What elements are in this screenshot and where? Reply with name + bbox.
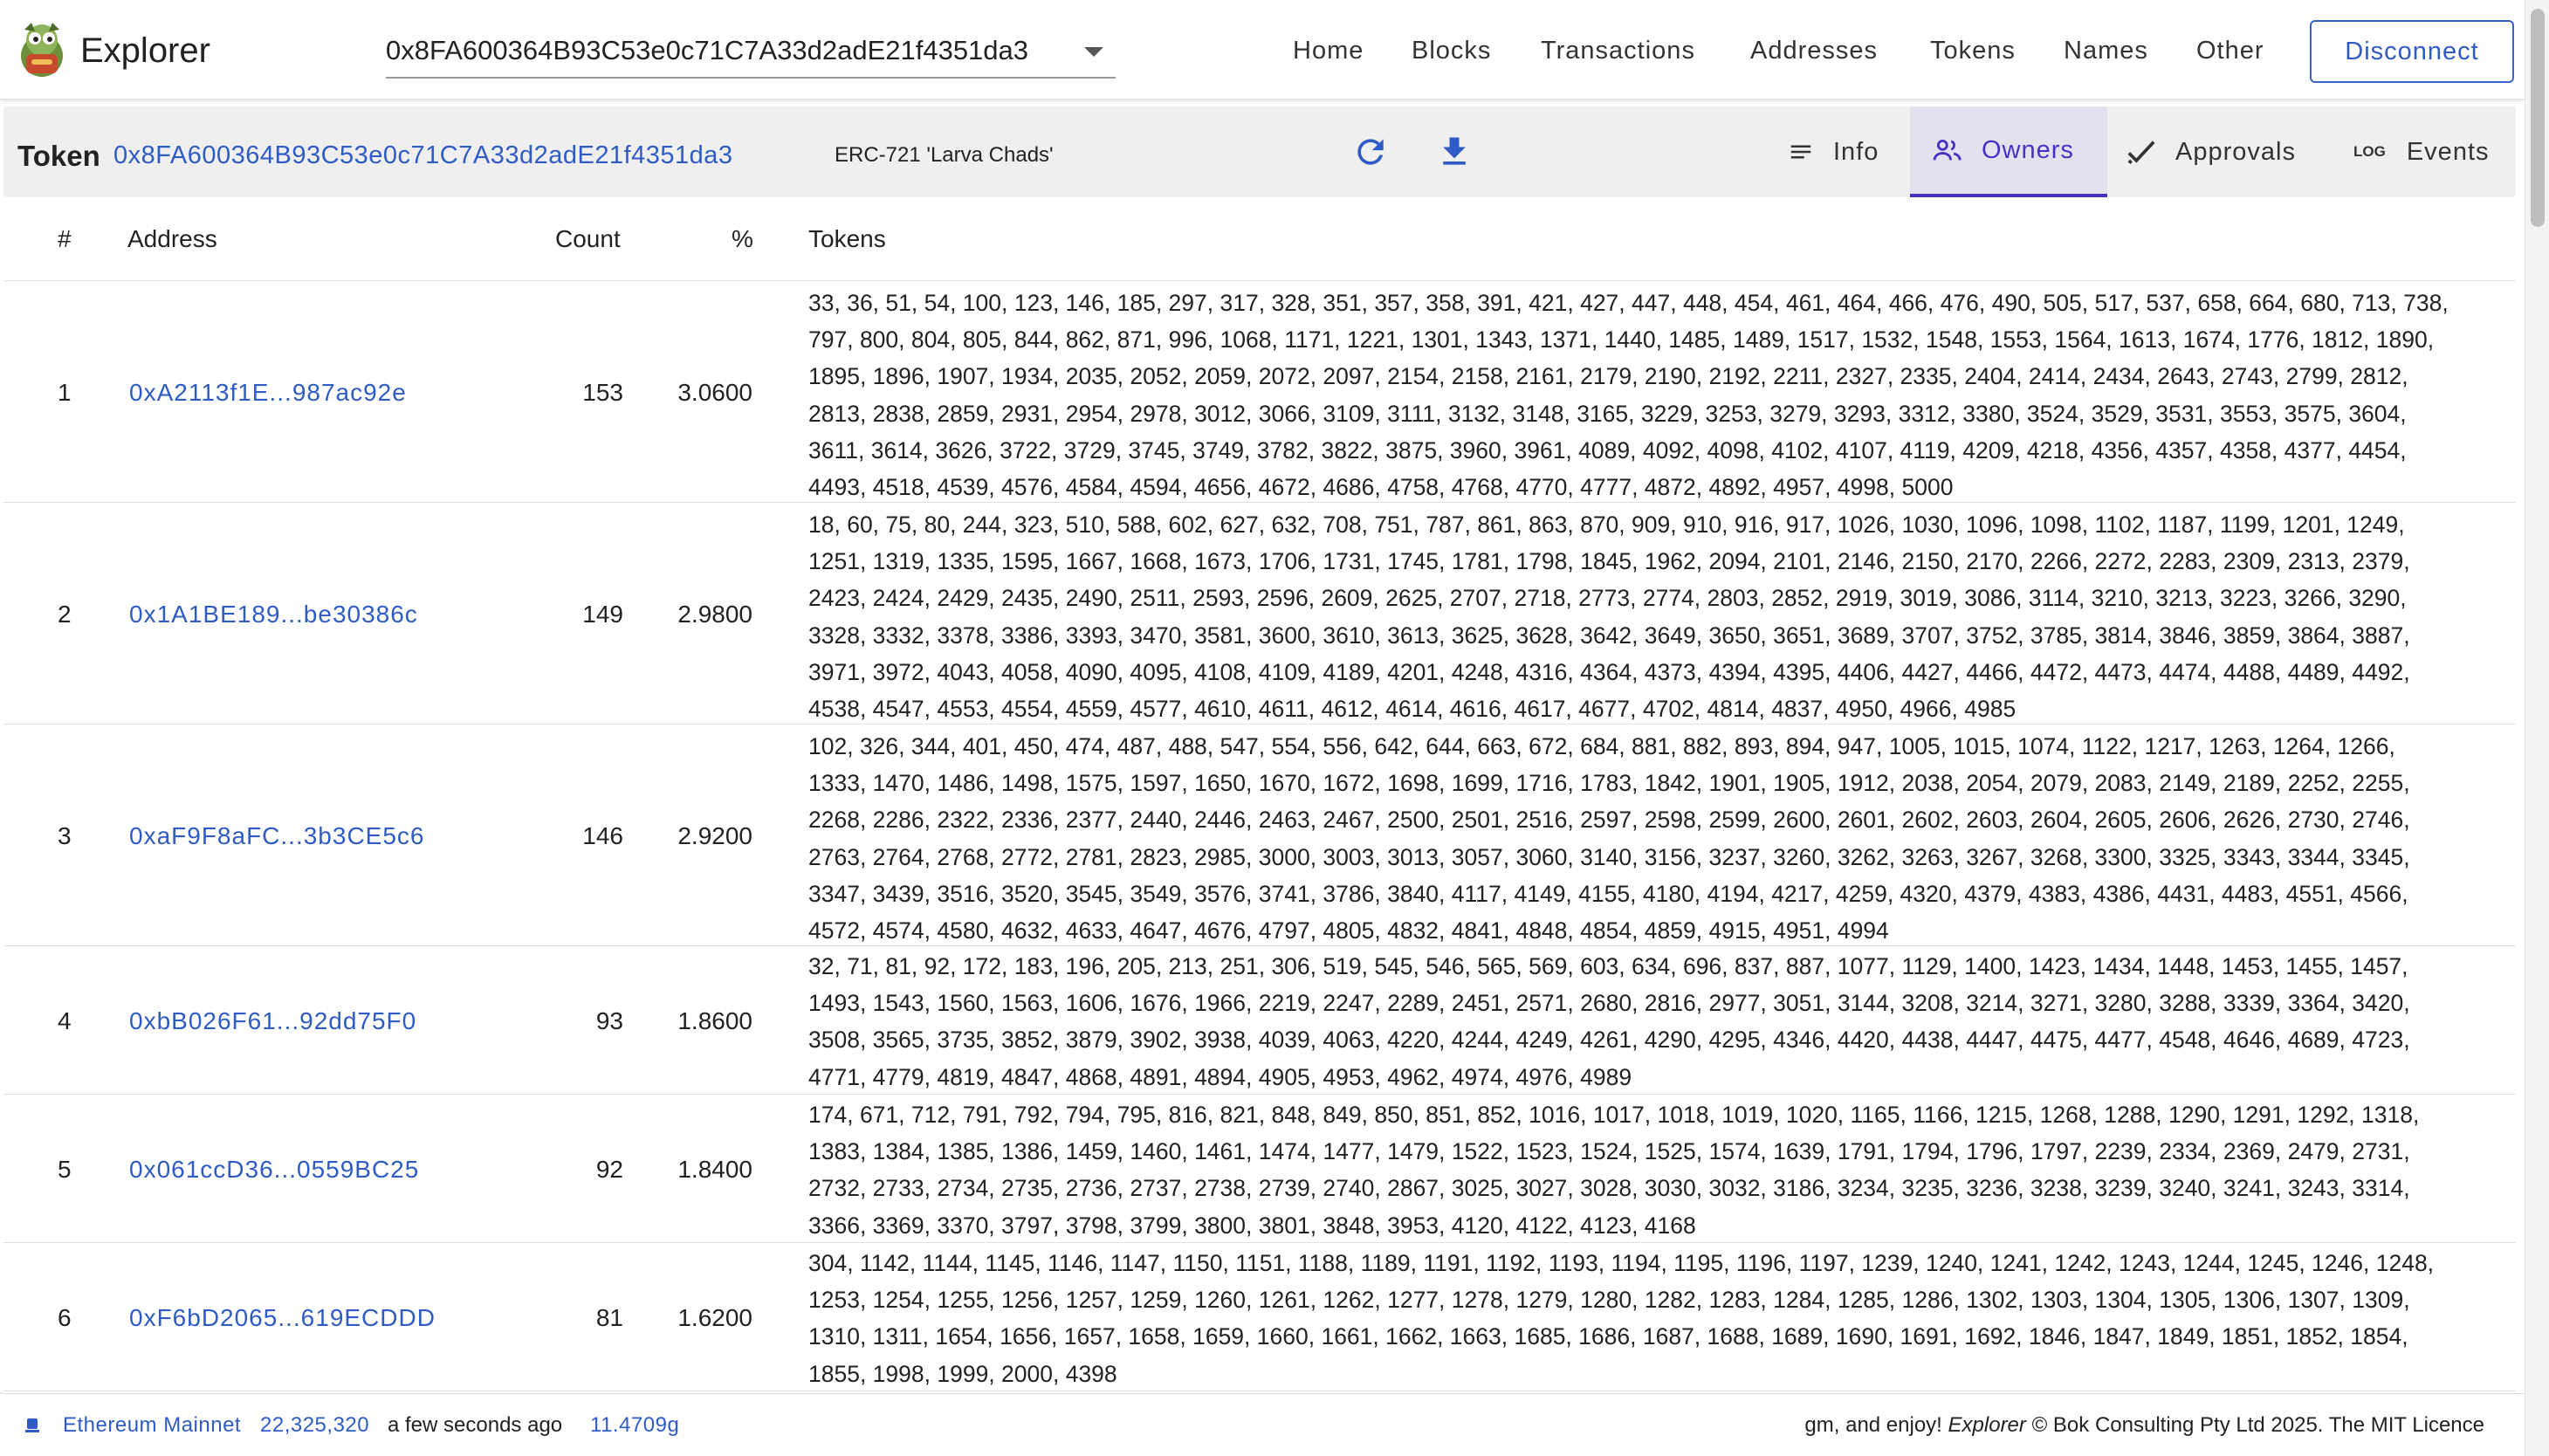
vertical-scrollbar[interactable] [2525,0,2549,1456]
row-index: 5 [58,1156,72,1183]
header-percent[interactable]: % [732,225,753,253]
credit-prefix: gm, and enjoy! [1804,1413,1948,1437]
table-header: # Address Count % Tokens [3,199,2516,281]
owner-percent: 2.9200 [677,822,752,849]
block-number[interactable]: 22,325,320 [260,1413,369,1438]
owner-count: 92 [595,1156,623,1183]
tab-events-label: Events [2406,137,2490,166]
owner-count: 153 [582,379,623,406]
owner-count: 149 [582,601,623,628]
network-icon [24,1417,40,1439]
token-type: ERC-721 'Larva Chads' [835,143,1054,167]
token-toolbar: Token 0x8FA600364B93C53e0c71C7A33d2adE21… [3,106,2516,197]
owner-tokens: 174, 671, 712, 791, 792, 794, 795, 816, … [808,1102,2420,1239]
owner-address-link[interactable]: 0x061ccD36...0559BC25 [129,1156,419,1184]
nav-blocks[interactable]: Blocks [1412,37,1491,65]
owner-address-link[interactable]: 0xA2113f1E...987ac92e [129,379,407,407]
tab-events[interactable]: LOG Events [2353,106,2511,197]
app-title: Explorer [80,31,210,70]
owner-address-link[interactable]: 0xbB026F61...92dd75F0 [129,1007,416,1035]
header-tokens: Tokens [808,225,886,252]
network-name[interactable]: Ethereum Mainnet [63,1413,241,1438]
tab-owners-label: Owners [1982,135,2074,164]
nav-transactions[interactable]: Transactions [1541,37,1695,65]
disconnect-button[interactable]: Disconnect [2310,20,2514,83]
row-index: 4 [58,1007,72,1034]
owner-count: 93 [595,1007,623,1034]
owner-tokens: 102, 326, 344, 401, 450, 474, 487, 488, … [808,733,2410,944]
owner-count: 81 [595,1304,623,1331]
log-icon: LOG [2353,143,2386,160]
credit-app: Explorer [1948,1413,2026,1437]
owner-percent: 1.6200 [677,1304,752,1331]
owner-count: 146 [582,822,623,849]
block-time: a few seconds ago [388,1413,563,1437]
footer-credit: gm, and enjoy! Explorer © Bok Consulting… [1804,1413,2484,1438]
check-icon [2127,141,2155,165]
people-icon [1933,139,1962,161]
owner-percent: 3.0600 [677,379,752,406]
token-address-link[interactable]: 0x8FA600364B93C53e0c71C7A33d2adE21f4351d… [113,141,733,170]
credit-suffix: © Bok Consulting Pty Ltd 2025. The MIT L… [2025,1413,2484,1437]
nav-addresses[interactable]: Addresses [1750,37,1878,65]
owner-address-link[interactable]: 0x1A1BE189...be30386c [129,601,418,628]
nav-tokens[interactable]: Tokens [1930,37,2016,65]
owner-tokens: 32, 71, 81, 92, 172, 183, 196, 205, 213,… [808,953,2410,1090]
owner-percent: 2.9800 [677,601,752,628]
row-index: 2 [58,601,72,628]
refresh-icon[interactable] [1351,133,1390,171]
gas-price[interactable]: 11.4709g [590,1413,679,1438]
owner-percent: 1.8600 [677,1007,752,1034]
scrollbar-thumb[interactable] [2531,9,2545,227]
table-row: 2 0x1A1BE189...be30386c 149 2.9800 18, 6… [3,503,2516,725]
chevron-down-icon[interactable] [1084,47,1103,57]
owner-tokens: 33, 36, 51, 54, 100, 123, 146, 185, 297,… [808,290,2449,501]
address-select-value: 0x8FA600364B93C53e0c71C7A33d2adE21f4351d… [386,35,1029,65]
header-count[interactable]: Count [555,225,621,253]
token-label: Token [17,140,100,172]
owner-address-link[interactable]: 0xF6bD2065...619ECDDD [129,1304,436,1332]
nav-home[interactable]: Home [1293,37,1364,65]
nav-names[interactable]: Names [2064,37,2148,65]
tab-info-label: Info [1833,137,1879,166]
tab-approvals[interactable]: Approvals [2126,106,2333,197]
row-index: 3 [58,822,72,849]
table-row: 5 0x061ccD36...0559BC25 92 1.8400 174, 6… [3,1095,2516,1243]
tab-approvals-label: Approvals [2175,137,2296,166]
tab-owners[interactable]: Owners [1910,106,2107,197]
owner-address-link[interactable]: 0xaF9F8aFC...3b3CE5c6 [129,822,425,850]
table-row: 1 0xA2113f1E...987ac92e 153 3.0600 33, 3… [3,281,2516,503]
table-row: 3 0xaF9F8aFC...3b3CE5c6 146 2.9200 102, … [3,725,2516,946]
header-address[interactable]: Address [127,225,217,253]
app-logo-icon[interactable] [17,21,66,79]
owner-tokens: 18, 60, 75, 80, 244, 323, 510, 588, 602,… [808,512,2410,723]
header-index: # [58,225,72,252]
list-icon [1790,145,1811,159]
download-icon[interactable] [1435,133,1474,171]
app-bar: Explorer 0x8FA600364B93C53e0c71C7A33d2ad… [0,0,2525,100]
row-index: 1 [58,379,72,406]
owner-percent: 1.8400 [677,1156,752,1183]
nav-other[interactable]: Other [2196,37,2264,65]
owners-table: # Address Count % Tokens 1 0xA2113f1E...… [3,199,2516,1393]
status-footer: Ethereum Mainnet 22,325,320 a few second… [0,1393,2525,1456]
tab-info[interactable]: Info [1781,106,1905,197]
table-row: 6 0xF6bD2065...619ECDDD 81 1.6200 304, 1… [3,1243,2516,1391]
owner-tokens: 304, 1142, 1144, 1145, 1146, 1147, 1150,… [808,1250,2435,1387]
address-select[interactable]: 0x8FA600364B93C53e0c71C7A33d2adE21f4351d… [386,35,1116,79]
row-index: 6 [58,1304,72,1331]
table-row: 4 0xbB026F61...92dd75F0 93 1.8600 32, 71… [3,946,2516,1095]
